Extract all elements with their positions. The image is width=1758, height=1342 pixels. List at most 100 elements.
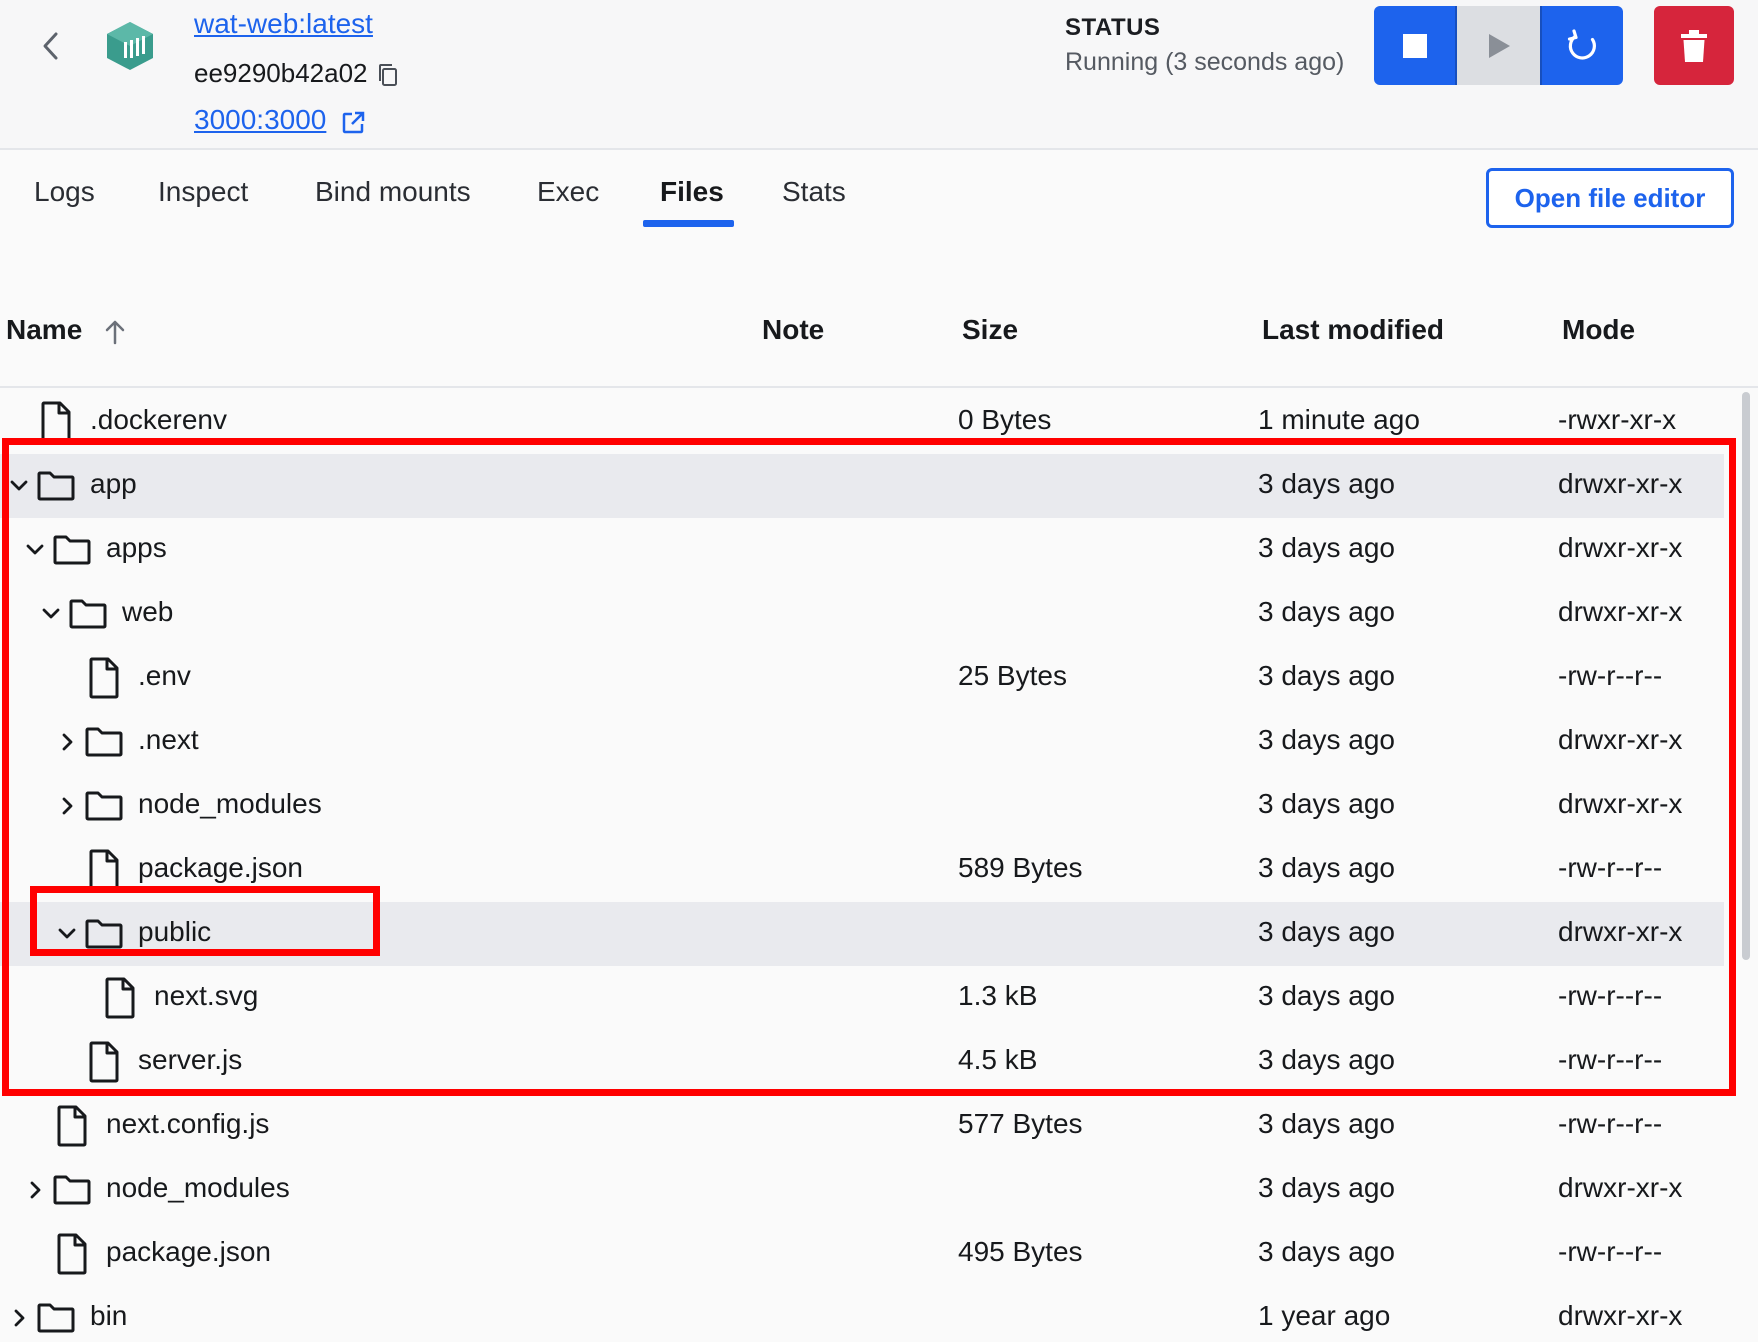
last-modified: 3 days ago <box>1258 980 1395 1011</box>
file-name: next.config.js <box>106 1108 270 1139</box>
file-name: node_modules <box>106 1172 290 1203</box>
delete-button[interactable] <box>1654 6 1734 85</box>
file-name: package.json <box>138 852 304 883</box>
column-mode[interactable]: Mode <box>1562 314 1635 346</box>
last-modified: 3 days ago <box>1258 1172 1395 1203</box>
table-row[interactable]: .next 3 days ago drwxr-xr-x <box>0 710 1724 774</box>
table-header: Name Note Size Last modified Mode <box>0 290 1758 388</box>
last-modified: 3 days ago <box>1258 660 1395 691</box>
tab-files[interactable]: Files <box>660 176 724 208</box>
last-modified: 1 year ago <box>1258 1300 1391 1331</box>
file-mode: drwxr-xr-x <box>1558 1300 1683 1331</box>
chevron-right-icon[interactable] <box>56 794 78 818</box>
table-row[interactable]: next.config.js 577 Bytes 3 days ago -rw-r--… <box>0 1094 1724 1158</box>
file-icon <box>36 400 76 444</box>
folder-icon <box>52 528 92 572</box>
column-note[interactable]: Note <box>762 314 824 346</box>
stop-button[interactable] <box>1374 6 1457 85</box>
file-size: 495 Bytes <box>958 1236 1083 1267</box>
back-arrow-icon[interactable] <box>36 28 66 64</box>
table-row[interactable]: node_modules 3 days ago drwxr-xr-x <box>0 774 1724 838</box>
chevron-down-icon[interactable] <box>24 538 46 562</box>
tab-stats[interactable]: Stats <box>782 176 846 208</box>
file-name: .dockerenv <box>90 404 227 435</box>
file-size: 577 Bytes <box>958 1108 1083 1139</box>
folder-icon <box>36 1296 76 1340</box>
table-row[interactable]: next.svg 1.3 kB 3 days ago -rw-r--r-- <box>0 966 1724 1030</box>
chevron-down-icon[interactable] <box>8 474 30 498</box>
tab-inspect[interactable]: Inspect <box>158 176 248 208</box>
play-icon <box>1488 33 1510 58</box>
active-tab-indicator <box>643 220 734 227</box>
last-modified: 3 days ago <box>1258 532 1395 563</box>
last-modified: 3 days ago <box>1258 596 1395 627</box>
table-row[interactable]: public 3 days ago drwxr-xr-x <box>0 902 1724 966</box>
file-mode: drwxr-xr-x <box>1558 1172 1683 1203</box>
chevron-right-icon[interactable] <box>8 1306 30 1330</box>
restart-button[interactable] <box>1540 6 1623 85</box>
table-row[interactable]: web 3 days ago drwxr-xr-x <box>0 582 1724 646</box>
column-size[interactable]: Size <box>962 314 1018 346</box>
file-mode: -rwxr-xr-x <box>1558 404 1677 435</box>
folder-icon <box>84 912 124 956</box>
column-name[interactable]: Name <box>6 314 82 346</box>
table-row[interactable]: node_modules 3 days ago drwxr-xr-x <box>0 1158 1724 1222</box>
last-modified: 3 days ago <box>1258 1108 1395 1139</box>
file-name: app <box>90 468 137 499</box>
file-mode: -rw-r--r-- <box>1558 1044 1663 1075</box>
tab-bind-mounts[interactable]: Bind mounts <box>315 176 471 208</box>
last-modified: 1 minute ago <box>1258 404 1420 435</box>
start-button[interactable] <box>1457 6 1540 85</box>
sort-ascending-icon[interactable] <box>102 318 128 346</box>
image-link[interactable]: wat-web:latest <box>194 8 373 40</box>
table-row[interactable]: .dockerenv 0 Bytes 1 minute ago -rwxr-xr-x <box>0 390 1724 454</box>
port-link[interactable]: 3000:3000 <box>194 104 326 136</box>
scrollbar[interactable] <box>1742 392 1750 960</box>
last-modified: 3 days ago <box>1258 916 1395 947</box>
file-mode: drwxr-xr-x <box>1558 596 1683 627</box>
file-mode: drwxr-xr-x <box>1558 532 1683 563</box>
chevron-right-icon[interactable] <box>24 1178 46 1202</box>
chevron-down-icon[interactable] <box>56 922 78 946</box>
restart-icon <box>1567 28 1596 60</box>
status-text: Running (3 seconds ago) <box>1065 48 1345 76</box>
container-icon <box>104 20 156 72</box>
last-modified: 3 days ago <box>1258 1044 1395 1075</box>
copy-icon[interactable] <box>376 62 400 88</box>
tab-logs[interactable]: Logs <box>34 176 95 208</box>
stop-icon <box>1402 33 1427 58</box>
folder-icon <box>68 592 108 636</box>
file-size: 589 Bytes <box>958 852 1083 883</box>
file-mode: drwxr-xr-x <box>1558 468 1683 499</box>
file-mode: -rw-r--r-- <box>1558 1236 1663 1267</box>
column-last-modified[interactable]: Last modified <box>1262 314 1444 346</box>
chevron-down-icon[interactable] <box>40 602 62 626</box>
file-mode: -rw-r--r-- <box>1558 980 1663 1011</box>
table-row[interactable]: app 3 days ago drwxr-xr-x <box>0 454 1724 518</box>
last-modified: 3 days ago <box>1258 724 1395 755</box>
file-name: node_modules <box>138 788 322 819</box>
chevron-right-icon[interactable] <box>56 730 78 754</box>
file-name: apps <box>106 532 167 563</box>
file-size: 1.3 kB <box>958 980 1038 1011</box>
open-file-editor-button[interactable]: Open file editor <box>1486 168 1734 228</box>
table-row[interactable]: package.json 495 Bytes 3 days ago -rw-r--r-… <box>0 1222 1724 1286</box>
file-size: 0 Bytes <box>958 404 1052 435</box>
external-link-icon[interactable] <box>340 110 366 136</box>
trash-icon <box>1681 29 1707 62</box>
file-mode: drwxr-xr-x <box>1558 724 1683 755</box>
table-row[interactable]: .env 25 Bytes 3 days ago -rw-r--r-- <box>0 646 1724 710</box>
file-name: .env <box>138 660 191 691</box>
table-row[interactable]: apps 3 days ago drwxr-xr-x <box>0 518 1724 582</box>
folder-icon <box>52 1168 92 1212</box>
table-row[interactable]: bin 1 year ago drwxr-xr-x <box>0 1286 1724 1342</box>
last-modified: 3 days ago <box>1258 852 1395 883</box>
file-name: bin <box>90 1300 128 1331</box>
tab-bar: Logs Inspect Bind mounts Exec Files Stat… <box>0 150 1758 230</box>
last-modified: 3 days ago <box>1258 468 1395 499</box>
tab-exec[interactable]: Exec <box>537 176 599 208</box>
file-icon <box>84 656 124 700</box>
file-size: 25 Bytes <box>958 660 1067 691</box>
table-row[interactable]: server.js 4.5 kB 3 days ago -rw-r--r-- <box>0 1030 1724 1094</box>
table-row[interactable]: package.json 589 Bytes 3 days ago -rw-r--r-… <box>0 838 1724 902</box>
